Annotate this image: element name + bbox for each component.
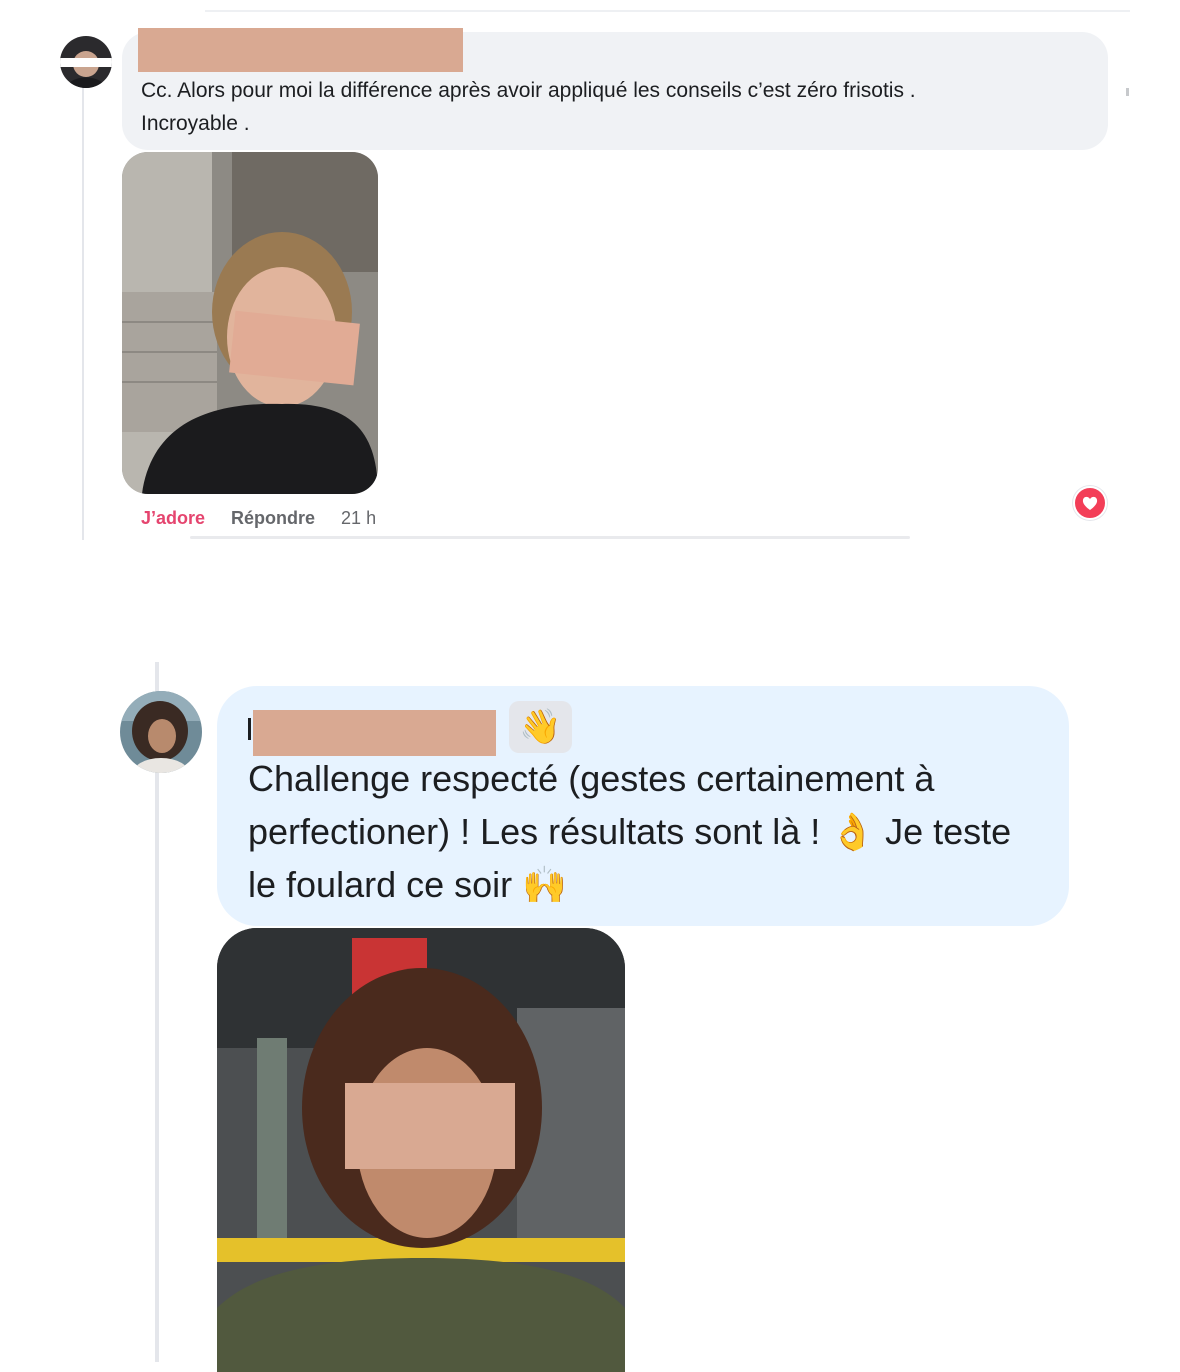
comment-photo[interactable]: [217, 928, 625, 1372]
scroll-indicator: [1126, 88, 1129, 96]
waving-hand-icon: 👋: [509, 701, 572, 753]
comment-photo[interactable]: [122, 152, 378, 494]
section-divider: [190, 536, 910, 539]
top-divider: [205, 10, 1130, 12]
avatar-image: [60, 36, 112, 88]
text-cursor: [248, 718, 251, 740]
comment-timestamp[interactable]: 21 h: [341, 508, 376, 529]
avatar[interactable]: [120, 691, 202, 773]
raising-hands-emoji: 🙌: [522, 864, 567, 905]
redacted-author-name: [138, 28, 463, 72]
heart-icon[interactable]: [1073, 486, 1107, 520]
avatar-image: [120, 691, 202, 773]
comment-actions: J’adore Répondre 21 h: [141, 505, 376, 531]
avatar[interactable]: [60, 36, 112, 88]
photo-image: [122, 152, 378, 494]
thread-line: [82, 80, 84, 540]
comment-text: Challenge respecté (gestes certainement …: [248, 752, 1038, 911]
like-button[interactable]: J’adore: [141, 508, 205, 529]
redacted-author-name: [253, 710, 496, 756]
heart-icon-glyph: [1082, 496, 1098, 510]
comment-text: Cc. Alors pour moi la différence après a…: [141, 79, 916, 135]
ok-hand-emoji: 👌: [830, 811, 876, 852]
reply-button[interactable]: Répondre: [231, 508, 315, 529]
badge-emoji: 👋: [519, 708, 562, 746]
photo-image: [217, 928, 625, 1372]
